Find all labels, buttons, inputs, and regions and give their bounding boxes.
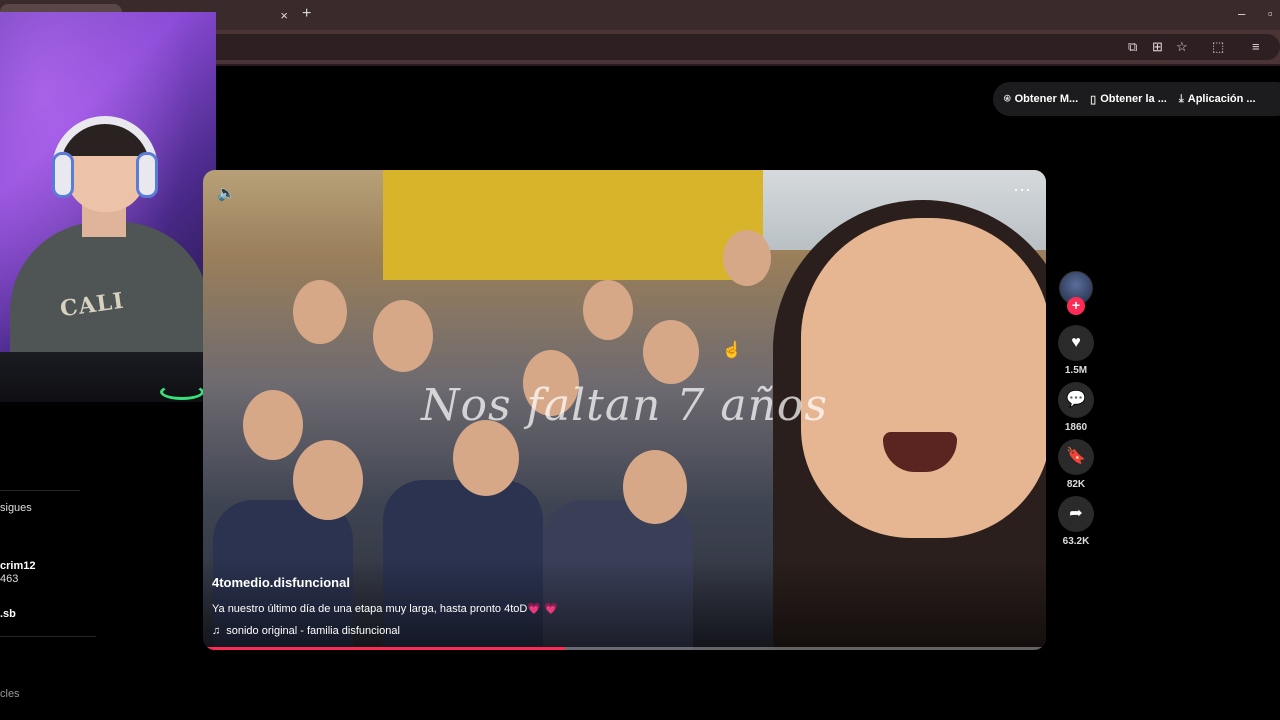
sidebar-account-name[interactable]: crim12	[0, 560, 35, 572]
like-count: 1.5M	[1064, 365, 1088, 376]
get-app-button[interactable]: ▯ Obtener la ...	[1090, 93, 1167, 106]
follow-plus-icon[interactable]: +	[1067, 297, 1085, 315]
maximize-icon[interactable]: ▫	[1268, 6, 1273, 21]
comment-icon: 💬	[1066, 391, 1086, 408]
video-author[interactable]: 4tomedio.disfuncional	[212, 575, 350, 590]
cast-icon[interactable]: ⧉	[1128, 39, 1137, 55]
music-note-icon: ♫	[212, 625, 221, 637]
student-face	[723, 230, 771, 286]
video-sound[interactable]: ♫ sonido original - familia disfuncional	[212, 625, 400, 637]
sidebar-footer-link[interactable]: cles	[0, 688, 20, 700]
student-face	[453, 420, 519, 496]
student-face	[643, 320, 699, 384]
video-progress-fill	[203, 647, 566, 650]
like-button[interactable]: ♥	[1058, 325, 1094, 361]
sidebar-account-name[interactable]: .sb	[0, 608, 16, 620]
translate-icon[interactable]: ⊞	[1152, 39, 1163, 55]
extensions-icon[interactable]: ⬚	[1212, 39, 1224, 55]
reading-list-icon[interactable]: ≡	[1252, 39, 1260, 54]
get-coins-button[interactable]: ⍟ Obtener M...	[1004, 93, 1078, 106]
streamer-webcam: CALI	[0, 12, 216, 402]
mouse-cursor-icon: ☝	[722, 342, 742, 359]
tab-close-icon[interactable]: ×	[280, 8, 288, 23]
share-count: 63.2K	[1062, 536, 1090, 547]
video-overlay-text: Nos faltan 7 años	[420, 380, 828, 431]
student-face	[293, 440, 363, 520]
comment-count: 1860	[1064, 422, 1088, 433]
student-face	[583, 280, 633, 340]
foreground-girl-face	[801, 218, 1046, 538]
headphone-ear-left	[52, 152, 74, 198]
video-player[interactable]: Nos faltan 7 años 🔈 ⋯ 4tomedio.disfuncio…	[203, 170, 1046, 650]
student-face	[293, 280, 347, 344]
action-label: Obtener M...	[1014, 93, 1079, 105]
sidebar-account-sub: 463	[0, 573, 19, 585]
video-progress-bar[interactable]	[203, 647, 1046, 650]
sidebar-divider	[0, 636, 96, 637]
new-tab-button[interactable]: +	[302, 5, 311, 23]
phone-icon: ▯	[1090, 93, 1097, 106]
share-button[interactable]: ➦	[1058, 496, 1094, 532]
address-bar[interactable]	[190, 34, 1280, 60]
download-app-button[interactable]: ⤓ Aplicación ...	[1179, 93, 1256, 106]
rgb-light	[160, 384, 204, 400]
action-label: Aplicación ...	[1187, 93, 1256, 105]
student-face	[373, 300, 433, 372]
sound-label: sonido original - familia disfuncional	[226, 625, 400, 637]
classroom-wall	[383, 170, 763, 280]
download-icon: ⤓	[1178, 92, 1184, 105]
save-button[interactable]: 🔖	[1058, 439, 1094, 475]
minimize-icon[interactable]: –	[1238, 6, 1245, 21]
volume-icon[interactable]: 🔈	[217, 184, 236, 202]
bookmark-star-icon[interactable]: ☆	[1176, 39, 1188, 55]
more-options-icon[interactable]: ⋯	[1013, 180, 1032, 201]
coin-icon: ⍟	[1004, 92, 1011, 105]
sidebar-following-label: sigues	[0, 502, 32, 514]
headphone-ear-right	[136, 152, 158, 198]
sidebar-divider	[0, 490, 80, 491]
student-face	[623, 450, 687, 524]
heart-icon: ♥	[1071, 334, 1081, 351]
top-actions-bar: ⍟ Obtener M... ▯ Obtener la ... ⤓ Aplica…	[993, 82, 1280, 116]
action-label: Obtener la ...	[1100, 93, 1167, 105]
bookmark-icon: 🔖	[1066, 448, 1086, 465]
share-arrow-icon: ➦	[1069, 505, 1083, 522]
video-caption: Ya nuestro último día de una etapa muy l…	[212, 603, 558, 615]
comment-button[interactable]: 💬	[1058, 382, 1094, 418]
save-count: 82K	[1066, 479, 1086, 490]
